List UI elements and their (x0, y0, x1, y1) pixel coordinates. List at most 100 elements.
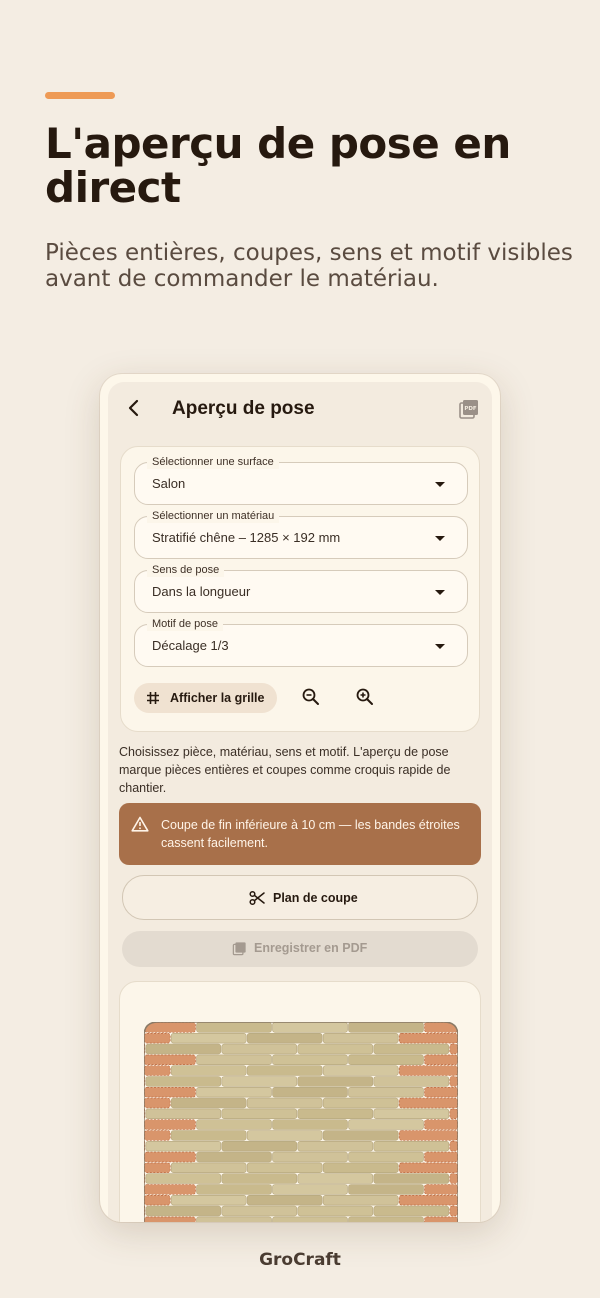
cut-plank (424, 1151, 458, 1163)
show-grid-button[interactable]: Afficher la grille (134, 683, 277, 713)
dropdown-caret-icon (435, 644, 445, 649)
full-plank (196, 1022, 272, 1033)
surface-select-value: Salon (152, 476, 186, 491)
warning-banner: Coupe de fin inférieure à 10 cm — les ba… (119, 803, 481, 865)
full-plank (246, 1065, 323, 1076)
cut-plank (398, 1033, 458, 1044)
cut-plank (424, 1087, 458, 1098)
full-plank (322, 1097, 399, 1109)
cut-plank (144, 1054, 196, 1066)
save-pdf-button[interactable]: Enregistrer en PDF (122, 931, 478, 967)
full-plank (322, 1130, 399, 1141)
full-plank (297, 1205, 374, 1217)
cut-plan-button[interactable]: Plan de coupe (122, 875, 478, 920)
full-plank (322, 1033, 399, 1044)
cut-plank (144, 1184, 196, 1195)
cut-plank (144, 1119, 196, 1130)
full-plank (272, 1087, 348, 1098)
full-plank (170, 1065, 247, 1076)
full-plank (348, 1119, 424, 1130)
full-plank (272, 1022, 348, 1033)
accent-bar (45, 92, 115, 99)
full-plank (170, 1097, 247, 1109)
full-plank (297, 1173, 374, 1184)
full-plank (373, 1173, 450, 1184)
cut-plank (424, 1119, 458, 1130)
full-plank (348, 1022, 424, 1033)
layout-settings-card: Sélectionner une surface Salon Sélection… (120, 446, 480, 732)
scissors-icon (249, 890, 265, 906)
material-select[interactable]: Sélectionner un matériau Stratifié chêne… (134, 509, 468, 559)
cut-plank (449, 1141, 458, 1152)
full-plank (373, 1043, 450, 1055)
cut-plank (449, 1173, 458, 1184)
full-plank (145, 1173, 222, 1184)
full-plank (322, 1195, 399, 1206)
full-plank (272, 1216, 348, 1222)
arrow-back-icon[interactable] (124, 398, 144, 418)
warning-icon (131, 816, 149, 832)
hero-subtitle: Pièces entières, coupes, sens et motif v… (45, 240, 573, 292)
pattern-select-value: Décalage 1/3 (152, 638, 229, 653)
full-plank (221, 1173, 298, 1184)
full-plank (246, 1033, 323, 1044)
cut-plank (144, 1151, 196, 1163)
full-plank (246, 1097, 323, 1109)
material-select-value: Stratifié chêne – 1285 × 192 mm (152, 530, 341, 545)
direction-select-label: Sens de pose (147, 563, 225, 577)
direction-select[interactable]: Sens de pose Dans la longueur (134, 563, 468, 613)
grid-icon (147, 692, 159, 704)
cut-plank (144, 1033, 171, 1044)
cut-plank (144, 1216, 196, 1222)
svg-text:PDF: PDF (464, 406, 477, 412)
full-plank (196, 1184, 272, 1195)
full-plank (221, 1076, 298, 1087)
cut-plank (144, 1195, 171, 1206)
full-plank (297, 1108, 374, 1120)
app-screen: Aperçu de pose PDF Sélectionner une surf… (108, 382, 492, 1222)
full-plank (196, 1119, 272, 1130)
full-plank (373, 1108, 450, 1120)
app-bar: Aperçu de pose PDF (108, 382, 492, 434)
cut-plank (144, 1087, 196, 1098)
cut-plank (144, 1022, 196, 1033)
full-plank (170, 1162, 247, 1173)
cut-plank (398, 1130, 458, 1141)
cut-plank (424, 1184, 458, 1195)
full-plank (246, 1162, 323, 1173)
full-plank (196, 1216, 272, 1222)
surface-select[interactable]: Sélectionner une surface Salon (134, 455, 468, 505)
phone-frame: Aperçu de pose PDF Sélectionner une surf… (100, 374, 500, 1222)
pdf-icon[interactable]: PDF (458, 398, 480, 420)
zoom-in-icon[interactable] (355, 687, 375, 707)
pattern-select[interactable]: Motif de pose Décalage 1/3 (134, 617, 468, 667)
full-plank (170, 1130, 247, 1141)
zoom-out-icon[interactable] (301, 687, 321, 707)
cut-plank (449, 1205, 458, 1217)
full-plank (322, 1065, 399, 1076)
full-plank (348, 1216, 424, 1222)
show-grid-label: Afficher la grille (170, 691, 265, 705)
full-plank (170, 1195, 247, 1206)
full-plank (145, 1205, 222, 1217)
full-plank (348, 1184, 424, 1195)
cut-plank (449, 1108, 458, 1120)
floor-layout-preview (144, 1022, 458, 1222)
full-plank (145, 1076, 222, 1087)
full-plank (348, 1054, 424, 1066)
full-plank (246, 1195, 323, 1206)
full-plank (196, 1087, 272, 1098)
cut-plank (398, 1097, 458, 1109)
full-plank (196, 1054, 272, 1066)
full-plank (373, 1205, 450, 1217)
cut-plank (144, 1065, 171, 1076)
full-plank (297, 1141, 374, 1152)
help-text: Choisissez pièce, matériau, sens et moti… (119, 745, 451, 795)
cut-plank (398, 1162, 458, 1173)
full-plank (145, 1043, 222, 1055)
full-plank (246, 1130, 323, 1141)
layout-preview-card (119, 981, 481, 1222)
full-plank (272, 1184, 348, 1195)
full-plank (221, 1141, 298, 1152)
dropdown-caret-icon (435, 536, 445, 541)
